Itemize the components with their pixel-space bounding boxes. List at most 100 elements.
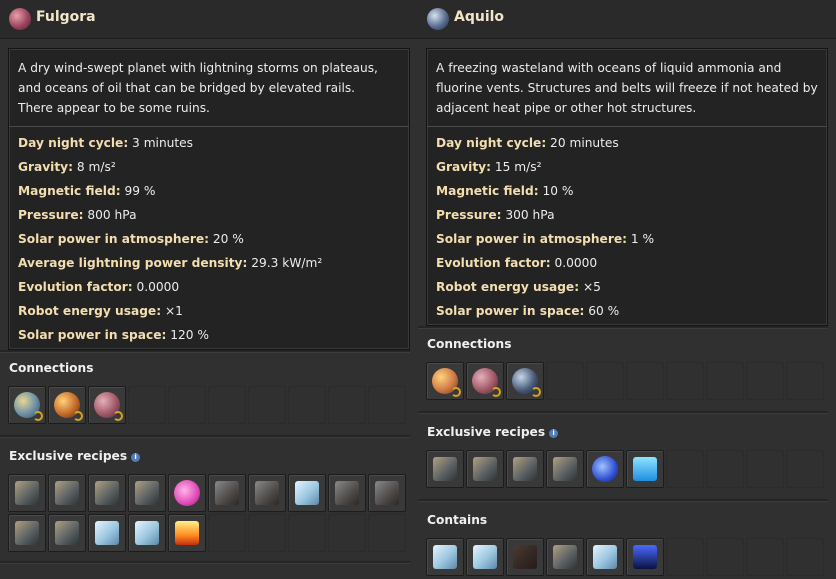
stat-label: Gravity: xyxy=(436,160,492,174)
empty-slot xyxy=(546,362,584,400)
empty-slot xyxy=(706,362,744,400)
slot-ammoniacal-ocean[interactable] xyxy=(546,538,584,576)
slot-electromagnetic-science-pack[interactable] xyxy=(168,474,206,512)
slot-battery[interactable] xyxy=(88,514,126,552)
empty-slot xyxy=(746,362,784,400)
slot-fluoroketone[interactable] xyxy=(626,450,664,488)
slot-fluorine-vent[interactable] xyxy=(626,538,664,576)
slot-ice-chunk[interactable] xyxy=(426,538,464,576)
slot-gleba-connection[interactable] xyxy=(466,362,504,400)
lightning-rod-icon xyxy=(135,481,159,505)
slot-nauvis-connection[interactable] xyxy=(8,386,46,424)
cryogenic-plant-icon xyxy=(513,457,537,481)
slot-lightning-collector[interactable] xyxy=(48,514,86,552)
stat-label: Solar power in atmosphere: xyxy=(18,232,209,246)
fire-icon xyxy=(175,521,199,545)
battery-icon xyxy=(95,521,119,545)
stat-row: Robot energy usage: ×5 xyxy=(436,275,818,299)
empty-slot xyxy=(128,386,166,424)
stat-label: Day night cycle: xyxy=(18,136,129,150)
stat-row: Evolution factor: 0.0000 xyxy=(436,251,818,275)
slot-gleba-connection[interactable] xyxy=(88,386,126,424)
slot-ice-platform[interactable] xyxy=(466,538,504,576)
stat-row: Magnetic field: 99 % xyxy=(18,179,400,203)
slot-fire[interactable] xyxy=(168,514,206,552)
holmium-plate-icon xyxy=(335,481,359,505)
slot-superconductor[interactable] xyxy=(368,474,406,512)
route-arrow-icon xyxy=(33,411,43,421)
empty-slot xyxy=(248,514,286,552)
stat-value: 60 % xyxy=(584,304,620,318)
slot-quantum-processor[interactable] xyxy=(546,450,584,488)
fluorine-vent-icon xyxy=(633,545,657,569)
info-icon[interactable]: i xyxy=(131,453,141,462)
recycler-icon xyxy=(15,481,39,505)
stat-value: 15 m/s² xyxy=(491,160,542,174)
slot-ice[interactable] xyxy=(128,514,166,552)
stat-value: 0.0000 xyxy=(550,256,598,270)
stat-label: Robot energy usage: xyxy=(436,280,580,294)
slot-supercapacitor[interactable] xyxy=(8,514,46,552)
slot-fusion-reactor[interactable] xyxy=(426,450,464,488)
slot-lithium[interactable] xyxy=(506,538,544,576)
stat-value: 29.3 kW/m² xyxy=(247,256,323,270)
holmium-ore-icon xyxy=(215,481,239,505)
route-arrow-icon xyxy=(491,387,501,397)
route-arrow-icon xyxy=(73,411,83,421)
planet-info-box: A freezing wasteland with oceans of liqu… xyxy=(426,48,828,326)
stat-row: Solar power in atmosphere: 20 % xyxy=(18,227,400,251)
empty-slot xyxy=(248,386,286,424)
slot-solar-system-edge[interactable] xyxy=(506,362,544,400)
ice-chunk-icon xyxy=(433,545,457,569)
slot-vulcanus-connection[interactable] xyxy=(48,386,86,424)
slot-tesla-turret[interactable] xyxy=(88,474,126,512)
holmium-solution-icon xyxy=(295,481,319,505)
stat-label: Solar power in space: xyxy=(436,304,585,318)
slot-holmium-plate[interactable] xyxy=(328,474,366,512)
slot-scrap-recycling[interactable] xyxy=(248,474,286,512)
ice-shard-icon xyxy=(593,545,617,569)
slot-recycler[interactable] xyxy=(8,474,46,512)
planet-stats: Day night cycle: 20 minutes Gravity: 15 m… xyxy=(427,127,827,323)
aquilo-planet-icon xyxy=(427,8,449,30)
slot-cryogenic-plant[interactable] xyxy=(506,450,544,488)
planet-title: Fulgora xyxy=(36,9,96,25)
route-arrow-icon xyxy=(113,411,123,421)
stat-label: Pressure: xyxy=(18,208,84,222)
empty-slot xyxy=(208,386,246,424)
stat-row: Day night cycle: 20 minutes xyxy=(436,131,818,155)
planet-description: A dry wind-swept planet with lightning s… xyxy=(9,49,409,127)
electromagnetic-science-pack-icon xyxy=(174,480,200,506)
empty-slot xyxy=(666,362,704,400)
slot-cryogenic-science-pack[interactable] xyxy=(586,450,624,488)
slot-lightning-rod[interactable] xyxy=(128,474,166,512)
stat-value: 10 % xyxy=(538,184,574,198)
empty-slot xyxy=(746,450,784,488)
tesla-turret-icon xyxy=(95,481,119,505)
supercapacitor-icon xyxy=(15,521,39,545)
empty-slot xyxy=(786,362,824,400)
stat-label: Gravity: xyxy=(18,160,74,174)
stat-value: 300 hPa xyxy=(501,208,555,222)
info-icon[interactable]: i xyxy=(549,429,559,438)
superconductor-icon xyxy=(375,481,399,505)
stat-label: Average lightning power density: xyxy=(18,256,248,270)
empty-slot xyxy=(706,538,744,576)
stat-label: Evolution factor: xyxy=(18,280,133,294)
slot-holmium-solution[interactable] xyxy=(288,474,326,512)
section-title-connections: Connections xyxy=(9,361,94,375)
fusion-reactor-icon xyxy=(433,457,457,481)
slot-ice-shard[interactable] xyxy=(586,538,624,576)
planet-header: Fulgora xyxy=(0,0,418,39)
stat-value: 20 % xyxy=(208,232,244,246)
slot-fusion-generator[interactable] xyxy=(466,450,504,488)
stat-value: 1 % xyxy=(626,232,655,246)
slot-fulgora-connection[interactable] xyxy=(426,362,464,400)
ice-icon xyxy=(135,521,159,545)
slot-holmium-ore[interactable] xyxy=(208,474,246,512)
stat-row: Gravity: 8 m/s² xyxy=(18,155,400,179)
slot-electromagnetic-plant[interactable] xyxy=(48,474,86,512)
stat-value: 800 hPa xyxy=(83,208,137,222)
stat-label: Day night cycle: xyxy=(436,136,547,150)
stat-row: Pressure: 300 hPa xyxy=(436,203,818,227)
